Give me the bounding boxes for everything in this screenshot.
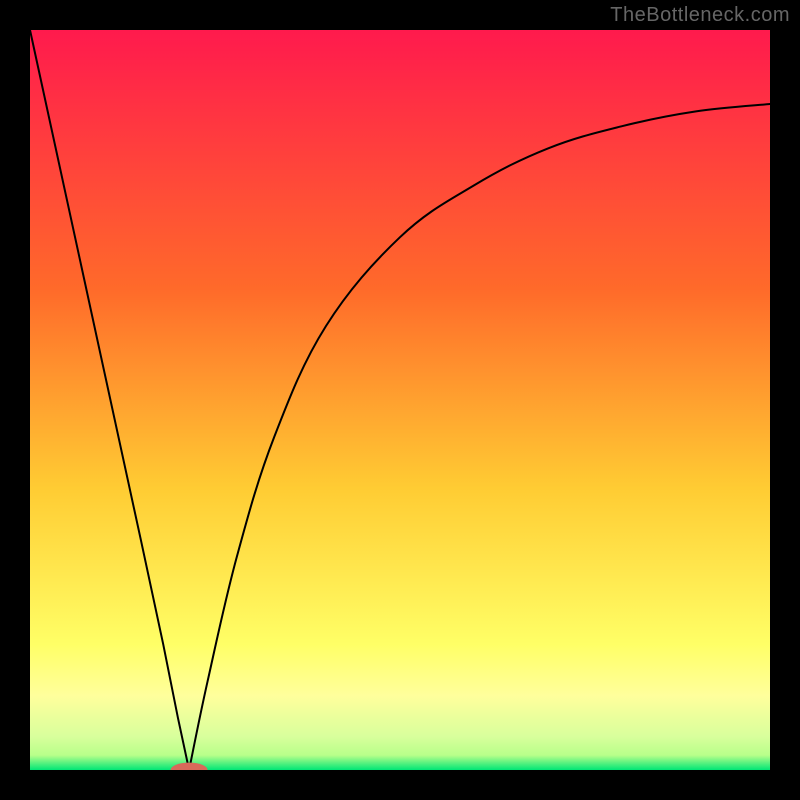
plot-svg: [30, 30, 770, 770]
chart-frame: TheBottleneck.com: [0, 0, 800, 800]
gradient-background: [30, 30, 770, 770]
plot-area: [30, 30, 770, 770]
watermark-text: TheBottleneck.com: [610, 4, 790, 27]
